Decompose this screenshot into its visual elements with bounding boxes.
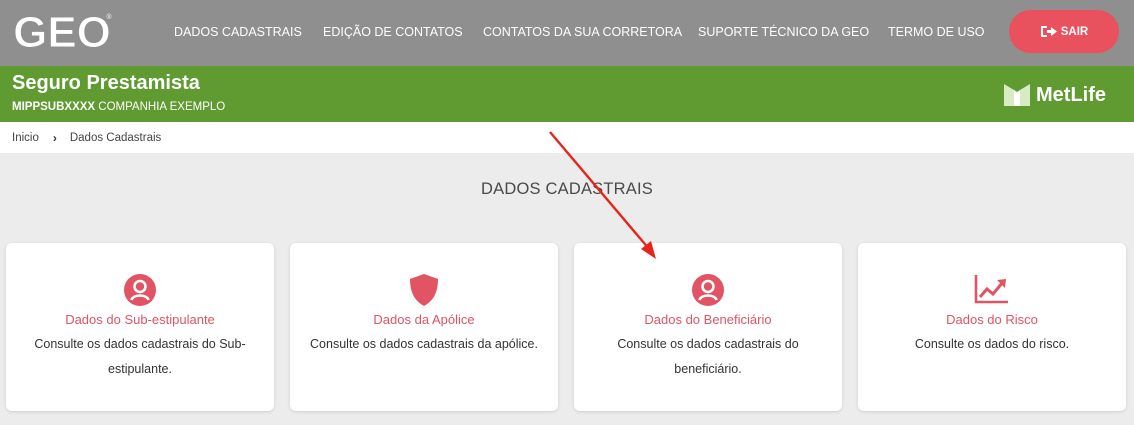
policy-code: MIPPSUBXXXX: [12, 101, 96, 113]
logout-label: SAIR: [1060, 25, 1089, 38]
card-title: Dados do Risco: [946, 312, 1038, 327]
nav-dados-cadastrais[interactable]: DADOS CADASTRAIS: [174, 25, 302, 39]
metlife-m-icon: [1004, 84, 1030, 106]
nav-termo-de-uso[interactable]: TERMO DE USO: [888, 25, 985, 39]
nav-contatos-corretora[interactable]: CONTATOS DA SUA CORRETORA: [483, 25, 682, 39]
breadcrumb-separator-icon: ›: [52, 130, 57, 145]
top-navbar: GEO ® DADOS CADASTRAIS EDIÇÃO DE CONTATO…: [0, 0, 1134, 66]
card-title: Dados da Apólice: [373, 312, 475, 327]
page-title: DADOS CADASTRAIS: [481, 180, 653, 198]
logout-button[interactable]: SAIR: [1009, 10, 1119, 53]
user-circle-icon: [574, 273, 842, 307]
breadcrumb-current: Dados Cadastrais: [69, 131, 162, 144]
card-title: Dados do Sub-estipulante: [65, 312, 215, 327]
card-title: Dados do Beneficiário: [644, 312, 772, 327]
nav-edicao-de-contatos[interactable]: EDIÇÃO DE CONTATOS: [323, 25, 463, 39]
brand-name: MetLife: [1036, 83, 1106, 106]
card-description: Consulte os dados cadastrais do Sub-esti…: [34, 337, 246, 376]
nav-suporte-tecnico[interactable]: SUPORTE TÉCNICO DA GEO: [698, 25, 869, 39]
svg-text:GEO: GEO: [13, 9, 111, 55]
card-description: Consulte os dados cadastrais da apólice.: [310, 337, 538, 351]
geo-logo[interactable]: GEO ®: [12, 9, 112, 55]
card-beneficiario[interactable]: Dados do Beneficiário Consulte os dados …: [574, 243, 842, 411]
policy-subtitle: MIPPSUBXXXX COMPANHIA EXEMPLO: [12, 101, 225, 113]
card-apolice[interactable]: Dados da Apólice Consulte os dados cadas…: [290, 243, 558, 411]
breadcrumb: Inicio › Dados Cadastrais: [0, 122, 1134, 153]
company-name: COMPANHIA EXEMPLO: [98, 101, 226, 113]
user-circle-icon: [6, 273, 274, 307]
metlife-logo: MetLife: [1004, 83, 1106, 107]
svg-text:®: ®: [106, 13, 112, 21]
breadcrumb-home[interactable]: Inicio: [12, 132, 39, 144]
sign-out-icon: [1040, 26, 1057, 37]
card-description: Consulte os dados cadastrais do benefici…: [617, 337, 799, 376]
card-description: Consulte os dados do risco.: [914, 337, 1070, 351]
shield-icon: [290, 273, 558, 307]
product-title: Seguro Prestamista: [12, 72, 200, 94]
chart-line-icon: [858, 273, 1126, 307]
product-banner: Seguro Prestamista MIPPSUBXXXX COMPANHIA…: [0, 66, 1134, 122]
card-sub-estipulante[interactable]: Dados do Sub-estipulante Consulte os dad…: [6, 243, 274, 411]
card-risco[interactable]: Dados do Risco Consulte os dados do risc…: [858, 243, 1126, 411]
